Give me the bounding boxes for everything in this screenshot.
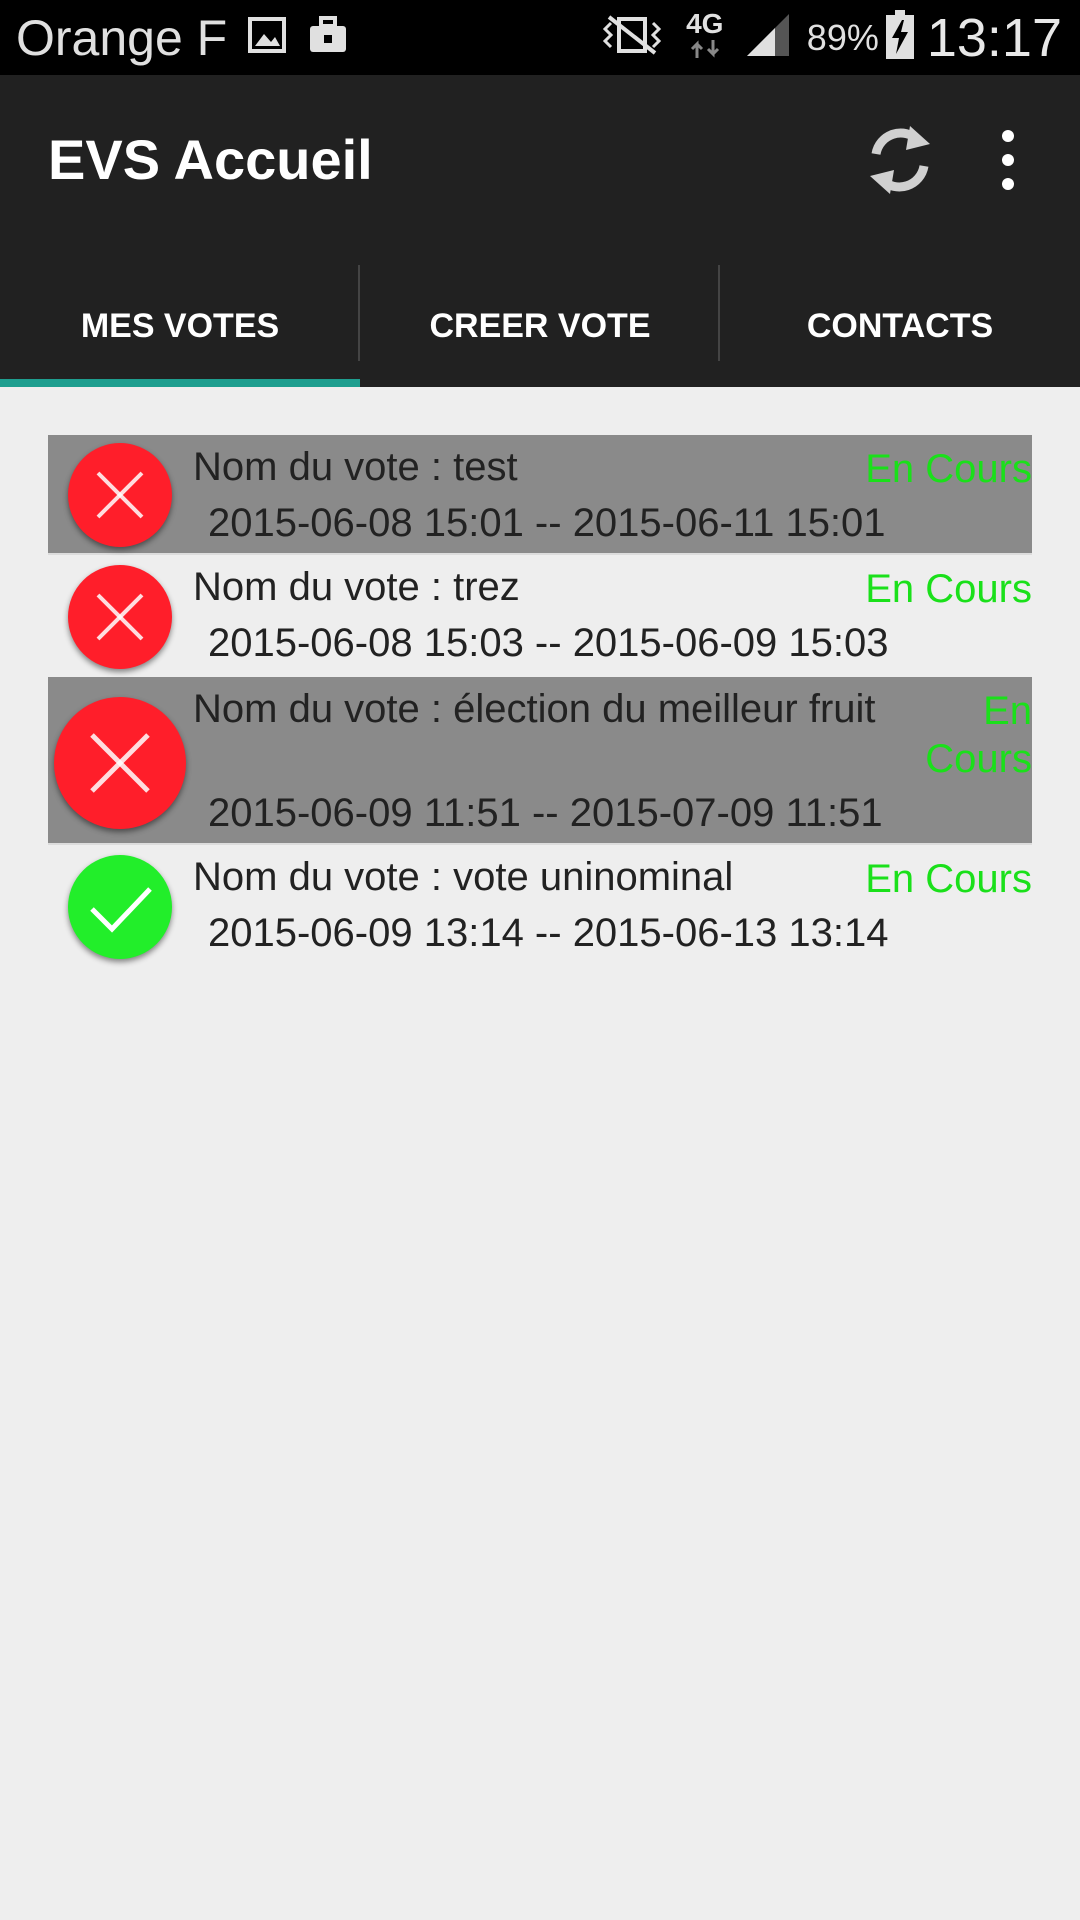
selected-tab-indicator xyxy=(0,379,360,387)
status-bar-right: 4G 89% 13:17 xyxy=(581,0,1062,75)
close-icon xyxy=(54,697,186,829)
vote-name: Nom du vote : élection du meilleur fruit xyxy=(193,687,876,731)
vote-name: Nom du vote : trez xyxy=(193,565,520,609)
network-arrows-icon: 4G xyxy=(683,10,727,65)
tab-label: MES VOTES xyxy=(80,306,280,345)
vote-status: En Cours xyxy=(865,857,1032,901)
refresh-button[interactable] xyxy=(860,120,940,200)
tab-bar: MES VOTES CREER VOTE CONTACTS xyxy=(0,265,1080,387)
image-icon xyxy=(247,15,287,60)
close-icon xyxy=(68,565,172,669)
vote-list-item[interactable]: Nom du vote : test En Cours 2015-06-08 1… xyxy=(48,435,1032,555)
action-bar: EVS Accueil xyxy=(0,75,1080,265)
tab-creer-vote[interactable]: CREER VOTE xyxy=(360,265,720,387)
close-icon xyxy=(68,443,172,547)
status-bar-left: Orange F xyxy=(16,0,349,75)
tab-contacts[interactable]: CONTACTS xyxy=(720,265,1080,387)
tab-mes-votes[interactable]: MES VOTES xyxy=(0,265,360,387)
battery-percentage: 89% xyxy=(806,16,879,58)
vote-list-item[interactable]: Nom du vote : vote uninominal En Cours 2… xyxy=(48,845,1032,965)
vote-dates: 2015-06-09 11:51 -- 2015-07-09 11:51 xyxy=(208,791,883,835)
carrier-name: Orange F xyxy=(16,9,228,66)
tab-label: CREER VOTE xyxy=(429,306,651,345)
vote-list-item[interactable]: Nom du vote : trez En Cours 2015-06-08 1… xyxy=(48,555,1032,677)
vote-status: En Cours xyxy=(925,689,1032,781)
check-icon xyxy=(68,855,172,959)
briefcase-icon xyxy=(307,15,349,60)
vote-dates: 2015-06-08 15:01 -- 2015-06-11 15:01 xyxy=(208,501,886,545)
overflow-menu-button[interactable] xyxy=(980,120,1036,200)
network-type: 4G xyxy=(686,8,724,39)
vibrate-icon xyxy=(599,13,665,62)
vote-status: En Cours xyxy=(865,447,1032,491)
vote-list-item[interactable]: Nom du vote : élection du meilleur fruit… xyxy=(48,677,1032,845)
overflow-menu-icon xyxy=(1002,130,1014,190)
vote-dates: 2015-06-08 15:03 -- 2015-06-09 15:03 xyxy=(208,621,889,665)
signal-icon xyxy=(745,12,791,63)
battery-charging-icon xyxy=(885,10,915,65)
app-title: EVS Accueil xyxy=(48,128,373,191)
vote-list: Nom du vote : test En Cours 2015-06-08 1… xyxy=(48,435,1032,965)
vote-dates: 2015-06-09 13:14 -- 2015-06-13 13:14 xyxy=(208,911,889,955)
status-bar: Orange F 4G 89% 13:17 xyxy=(0,0,1080,75)
vote-name: Nom du vote : vote uninominal xyxy=(193,855,734,899)
vote-name: Nom du vote : test xyxy=(193,445,518,489)
refresh-icon xyxy=(870,126,930,194)
tab-label: CONTACTS xyxy=(806,306,994,345)
vote-status: En Cours xyxy=(865,567,1032,611)
clock: 13:17 xyxy=(926,7,1062,68)
